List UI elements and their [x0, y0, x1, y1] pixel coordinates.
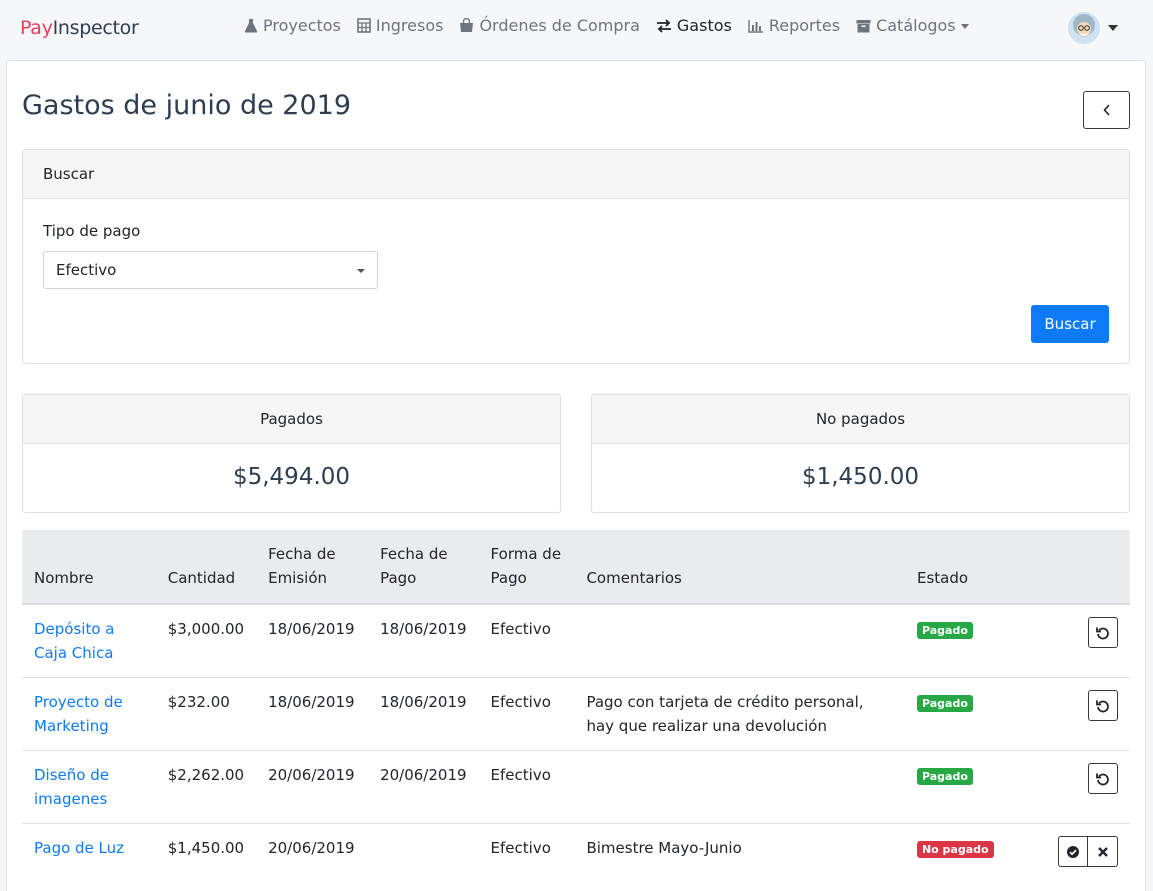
search-button[interactable]: Buscar	[1031, 305, 1109, 343]
chevron-down-icon	[1108, 25, 1118, 31]
nav-proyectos[interactable]: Proyectos	[244, 16, 341, 35]
status-badge: No pagado	[916, 841, 994, 858]
col-header-estado[interactable]: Estado	[904, 530, 1130, 605]
col-header-fecha-emision[interactable]: Fecha de Emisión	[256, 530, 369, 605]
nav-catalogos-dropdown[interactable]: Catálogos	[856, 16, 969, 35]
calculator-icon	[357, 18, 371, 33]
expense-amount: $232.00	[155, 677, 257, 751]
nav-reportes[interactable]: Reportes	[748, 16, 840, 35]
expense-issue-date: 20/06/2019	[256, 750, 369, 824]
expense-name-link[interactable]: Depósito a Caja Chica	[34, 620, 114, 662]
row-actions	[1058, 836, 1118, 867]
expense-pay-date	[368, 823, 479, 891]
row-actions	[1088, 617, 1118, 648]
expense-pay-method: Efectivo	[478, 604, 575, 678]
delete-button[interactable]	[1088, 836, 1118, 867]
expense-comments	[574, 604, 905, 678]
flask-icon	[244, 19, 258, 33]
expense-name-link[interactable]: Pago de Luz	[34, 839, 124, 857]
table-header-row: Nombre Cantidad Fecha de Emisión Fecha d…	[22, 530, 1130, 605]
expense-amount: $1,450.00	[155, 823, 257, 891]
expense-comments: Bimestre Mayo-Junio	[574, 823, 905, 891]
expense-name-link[interactable]: Diseño de imagenes	[34, 766, 109, 808]
exchange-icon	[656, 18, 671, 33]
expense-comments: Pago con tarjeta de crédito personal, ha…	[574, 677, 905, 751]
revert-payment-button[interactable]	[1088, 617, 1118, 648]
expense-pay-date: 18/06/2019	[368, 677, 479, 751]
col-header-comentarios[interactable]: Comentarios	[574, 530, 905, 605]
expense-pay-date: 20/06/2019	[368, 750, 479, 824]
paid-summary-card: Pagados $5,494.00	[22, 394, 561, 513]
chevron-left-icon	[1102, 104, 1110, 116]
table-row: Pago de Luz $1,450.00 20/06/2019 Efectiv…	[22, 823, 1130, 891]
check-circle-icon	[1067, 845, 1079, 858]
bar-chart-icon	[748, 19, 763, 33]
col-header-nombre[interactable]: Nombre	[22, 530, 156, 605]
row-actions	[1088, 763, 1118, 794]
table-row: Depósito a Caja Chica $3,000.00 18/06/20…	[22, 604, 1130, 678]
avatar	[1068, 12, 1100, 44]
brand-logo[interactable]: PayInspector	[20, 17, 139, 39]
status-badge: Pagado	[916, 622, 973, 639]
expense-issue-date: 20/06/2019	[256, 823, 369, 891]
expense-pay-method: Efectivo	[478, 677, 575, 751]
unpaid-summary-card: No pagados $1,450.00	[591, 394, 1130, 513]
expense-comments	[574, 750, 905, 824]
nav-ingresos[interactable]: Ingresos	[357, 16, 443, 35]
paid-summary-label: Pagados	[23, 395, 560, 444]
top-navbar: PayInspector Proyectos Ingresos Órdenes …	[0, 0, 1153, 57]
nav-ordenes-compra[interactable]: Órdenes de Compra	[459, 16, 640, 35]
undo-icon	[1096, 700, 1109, 712]
table-row: Diseño de imagenes $2,262.00 20/06/2019 …	[22, 750, 1130, 824]
expenses-table: Nombre Cantidad Fecha de Emisión Fecha d…	[22, 530, 1130, 891]
expense-pay-method: Efectivo	[478, 750, 575, 824]
status-badge: Pagado	[916, 768, 973, 785]
nav-gastos[interactable]: Gastos	[656, 16, 732, 35]
row-actions	[1088, 690, 1118, 721]
main-nav: Proyectos Ingresos Órdenes de Compra Gas…	[244, 16, 985, 35]
user-menu[interactable]	[1068, 12, 1118, 44]
unpaid-summary-label: No pagados	[592, 395, 1129, 444]
revert-payment-button[interactable]	[1088, 763, 1118, 794]
expense-issue-date: 18/06/2019	[256, 677, 369, 751]
mark-paid-button[interactable]	[1058, 836, 1088, 867]
revert-payment-button[interactable]	[1088, 690, 1118, 721]
expense-name-link[interactable]: Proyecto de Marketing	[34, 693, 123, 735]
col-header-cantidad[interactable]: Cantidad	[155, 530, 257, 605]
archive-icon	[856, 19, 871, 32]
col-header-fecha-pago[interactable]: Fecha de Pago	[368, 530, 479, 605]
search-panel: Buscar Tipo de pago Efectivo Buscar	[22, 149, 1130, 364]
unpaid-summary-value: $1,450.00	[801, 464, 920, 490]
chevron-down-icon	[960, 24, 969, 29]
close-icon	[1097, 846, 1108, 857]
expense-pay-method: Efectivo	[478, 823, 575, 891]
undo-icon	[1096, 773, 1109, 785]
table-row: Proyecto de Marketing $232.00 18/06/2019…	[22, 677, 1130, 751]
page-title: Gastos de junio de 2019	[22, 90, 351, 121]
col-header-forma-pago[interactable]: Forma de Pago	[478, 530, 575, 605]
back-button[interactable]	[1083, 91, 1130, 129]
status-badge: Pagado	[916, 695, 973, 712]
expense-amount: $2,262.00	[155, 750, 257, 824]
paid-summary-value: $5,494.00	[232, 464, 351, 490]
chevron-down-icon	[357, 269, 365, 273]
undo-icon	[1096, 627, 1109, 639]
expense-amount: $3,000.00	[155, 604, 257, 678]
search-panel-header: Buscar	[23, 150, 1129, 199]
tipo-pago-label: Tipo de pago	[43, 222, 141, 240]
expense-issue-date: 18/06/2019	[256, 604, 369, 678]
expense-pay-date: 18/06/2019	[368, 604, 479, 678]
shopping-bag-icon	[460, 18, 474, 32]
tipo-pago-select[interactable]: Efectivo	[43, 251, 378, 289]
